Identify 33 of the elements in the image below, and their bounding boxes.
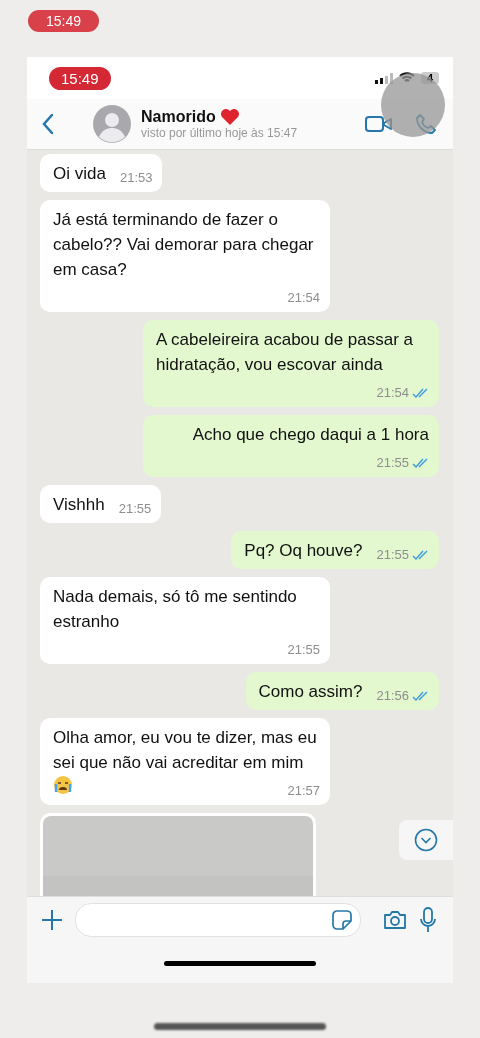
message-text: Acho que chego daqui a 1 hora bbox=[192, 424, 429, 446]
message-input-field[interactable] bbox=[75, 903, 361, 937]
message-time: 21:56 bbox=[376, 688, 409, 704]
message-text: Vishhh bbox=[53, 494, 105, 516]
status-time: 15:49 bbox=[28, 10, 100, 32]
message-time: 21:55 bbox=[376, 547, 409, 563]
message-text: Já está terminando de fazer o cabelo?? Vai demorar para chegar em casa? bbox=[53, 209, 315, 281]
scroll-down-button[interactable] bbox=[399, 820, 453, 860]
contact-name[interactable]: Namorido bbox=[141, 108, 216, 126]
message-text: A cabeleireira acabou de passar a hidratação, vou escovar ainda bbox=[156, 329, 415, 376]
video-call-icon[interactable] bbox=[365, 115, 393, 133]
sticker-icon[interactable] bbox=[332, 910, 352, 930]
message-time: 21:55 bbox=[376, 455, 409, 471]
message-text: Nada demais, só tô me sentindo estranho bbox=[53, 586, 298, 633]
plus-icon[interactable] bbox=[41, 909, 63, 931]
message-time: 21:55 bbox=[118, 501, 152, 517]
message-time: 21:53 bbox=[119, 170, 153, 186]
message-time: 21:54 bbox=[287, 290, 320, 306]
message-text: Como assim? bbox=[258, 681, 363, 703]
heart-icon bbox=[219, 108, 240, 126]
message-time: 21:57 bbox=[287, 783, 320, 799]
back-icon[interactable] bbox=[41, 113, 55, 135]
last-seen: visto por último hoje às 15:47 bbox=[141, 126, 299, 140]
camera-icon[interactable] bbox=[383, 910, 407, 930]
message-text: Oi vida bbox=[53, 163, 106, 185]
message-text: Pq? Oq houve? bbox=[244, 540, 363, 562]
microphone-icon[interactable] bbox=[419, 907, 437, 933]
status-time: 15:49 bbox=[49, 66, 111, 90]
message-time: 21:55 bbox=[287, 642, 320, 658]
signal-icon bbox=[374, 72, 393, 84]
message-time: 21:54 bbox=[376, 385, 409, 401]
chevron-down-icon bbox=[414, 828, 438, 852]
message-text: Olha amor, eu vou te dizer, mas eu sei que não vai acreditar em mim bbox=[53, 727, 318, 774]
